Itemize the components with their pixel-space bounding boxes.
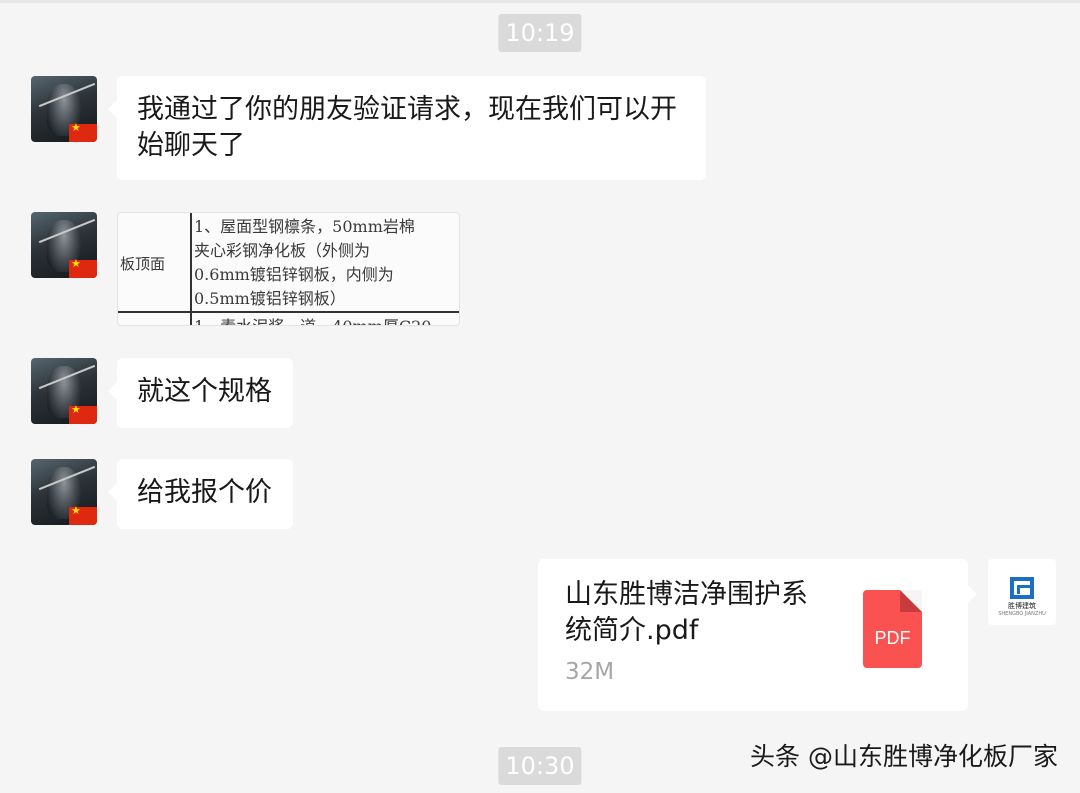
pdf-icon: PDF <box>863 590 922 668</box>
image-table-cell: 板顶面 <box>120 255 166 273</box>
file-message[interactable]: 山东胜博洁净围护系统简介.pdf 32M PDF <box>538 559 977 711</box>
contact-avatar[interactable] <box>31 358 97 424</box>
china-flag-icon <box>69 403 97 424</box>
china-flag-icon <box>69 504 97 525</box>
logo-subtext: SHENGBO JIANZHU <box>998 611 1046 617</box>
timestamp: 10:30 <box>498 747 582 785</box>
image-line: 0.5mm镀铝锌钢板） <box>194 289 346 308</box>
timestamp: 10:19 <box>498 14 582 52</box>
company-logo-icon <box>1010 577 1034 599</box>
watermark: 头条 @山东胜博净化板厂家 <box>750 742 1058 771</box>
self-avatar[interactable]: 胜博建筑 SHENGBO JIANZHU <box>988 559 1056 625</box>
china-flag-icon <box>69 257 97 278</box>
contact-avatar[interactable] <box>31 76 97 142</box>
message-text: 我通过了你的朋友验证请求，现在我们可以开始聊天了 <box>137 94 677 161</box>
contact-avatar[interactable] <box>31 212 97 278</box>
logo-text: 胜博建筑 <box>1008 602 1036 610</box>
china-flag-icon <box>69 121 97 142</box>
top-divider <box>0 0 1080 3</box>
file-name: 山东胜博洁净围护系统简介.pdf <box>565 579 808 646</box>
image-table-lines: 1、屋面型钢檩条，50mm岩棉 夹心彩钢净化板（外侧为 0.6mm镀铝锌钢板，内… <box>194 215 432 325</box>
message-text: 就这个规格 <box>137 376 272 407</box>
image-line: 0.6mm镀铝锌钢板，内侧为 <box>194 265 394 284</box>
message-bubble[interactable]: 就这个规格 <box>108 358 293 428</box>
message-text: 给我报个价 <box>137 477 272 508</box>
message-bubble[interactable]: 我通过了你的朋友验证请求，现在我们可以开始聊天了 <box>108 76 706 180</box>
image-line: 1、屋面型钢檩条，50mm岩棉 <box>194 217 415 236</box>
table-line <box>190 213 192 325</box>
image-line: 1、素水泥浆一道，40mm厚C20 <box>194 315 432 325</box>
message-bubble[interactable]: 给我报个价 <box>108 459 293 529</box>
image-line: 夹心彩钢净化板（外侧为 <box>194 241 371 260</box>
image-message[interactable]: 板顶面 1、屋面型钢檩条，50mm岩棉 夹心彩钢净化板（外侧为 0.6mm镀铝锌… <box>117 212 460 326</box>
contact-avatar[interactable] <box>31 459 97 525</box>
pdf-icon-label: PDF <box>874 628 911 648</box>
file-size: 32M <box>565 659 615 685</box>
